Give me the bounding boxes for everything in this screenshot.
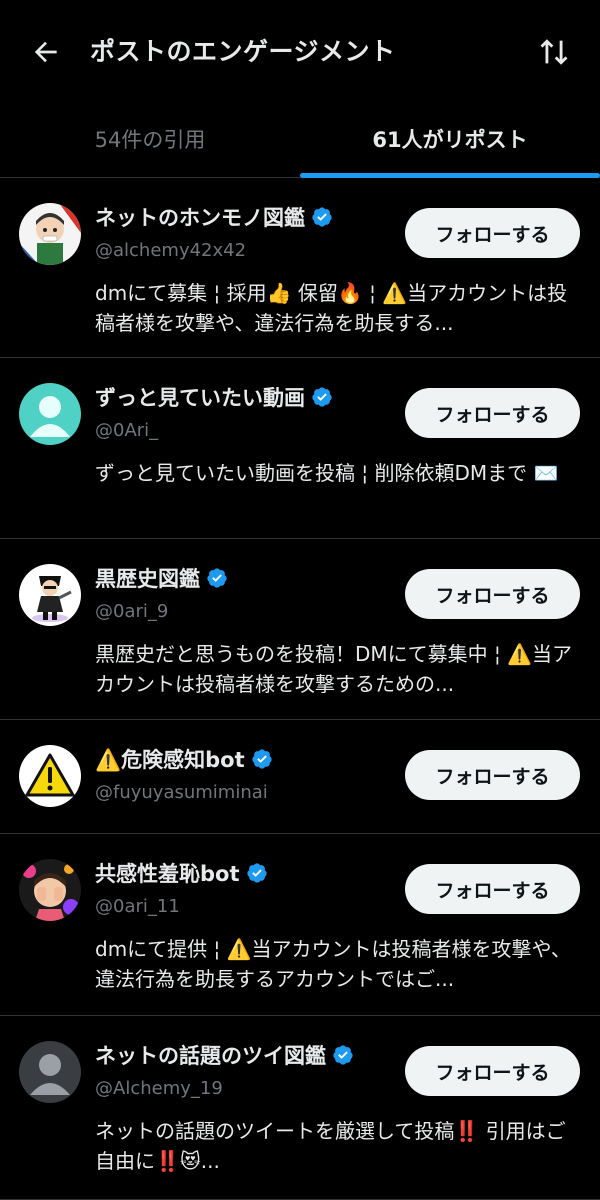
avatar[interactable] [19, 859, 81, 921]
verified-badge-icon [246, 863, 267, 883]
follow-button[interactable]: フォローする [405, 388, 580, 438]
user-list: ネットのホンモノ図鑑 @alchemy42x42 フォローする dmにて募集 ¦… [0, 178, 600, 1200]
user-name[interactable]: ⚠️危険感知bot [95, 744, 245, 774]
list-item[interactable]: ずっと見ていたい動画 @0Ari_ フォローする ずっと見ていたい動画を投稿 ¦… [0, 358, 600, 539]
sort-arrows-icon [540, 39, 568, 65]
user-bio: ずっと見ていたい動画を投稿 ¦ 削除依頼DMまで ✉️ [95, 461, 559, 485]
avatar[interactable] [19, 1041, 81, 1103]
verified-badge-icon [333, 1045, 353, 1065]
follow-button[interactable]: フォローする [405, 208, 580, 258]
user-handle: @0Ari_ [95, 420, 159, 441]
tab-quotes[interactable]: 54件の引用 [0, 100, 300, 177]
list-item[interactable]: ⚠️危険感知bot @fuyuyasumiminai フォローする [0, 720, 600, 834]
user-name[interactable]: ネットのホンモノ図鑑 [95, 202, 305, 232]
verified-badge-icon [312, 387, 332, 407]
list-item[interactable]: ネットの話題のツイ図鑑 @Alchemy_19 フォローする ネットの話題のツイ… [0, 1016, 600, 1200]
user-bio: 黒歴史だと思うものを投稿！DMにて募集中 ¦ ⚠️当アカウントは投稿者様を攻撃す… [95, 642, 573, 696]
user-bio: dmにて募集 ¦ 採用👍 保留🔥 ¦ ⚠️当アカウントは投稿者様を攻撃や、違法行… [95, 281, 568, 335]
user-name[interactable]: ネットの話題のツイ図鑑 [95, 1040, 326, 1070]
avatar[interactable] [19, 564, 81, 626]
engagement-tabs: 54件の引用 61人がリポスト [0, 100, 600, 178]
user-handle: @0ari_11 [95, 896, 180, 917]
list-item[interactable]: 黒歴史図鑑 @0ari_9 フォローする 黒歴史だと思うものを投稿！DMにて募集… [0, 539, 600, 720]
verified-badge-icon [252, 749, 272, 769]
follow-button[interactable]: フォローする [405, 750, 580, 800]
arrow-left-icon [34, 41, 57, 63]
verified-badge-icon [207, 568, 227, 588]
header-bar: ポストのエンゲージメント [0, 0, 600, 100]
back-button[interactable] [24, 30, 68, 74]
sort-button[interactable] [532, 30, 576, 74]
user-name[interactable]: 黒歴史図鑑 [95, 563, 200, 593]
tab-reposts[interactable]: 61人がリポスト [300, 100, 600, 178]
page-title: ポストのエンゲージメント [90, 37, 396, 66]
user-handle: @alchemy42x42 [95, 240, 247, 261]
user-handle: @Alchemy_19 [95, 1078, 223, 1099]
follow-button[interactable]: フォローする [405, 1046, 580, 1096]
follow-button[interactable]: フォローする [405, 569, 580, 619]
avatar[interactable] [19, 383, 81, 445]
user-handle: @fuyuyasumiminai [95, 782, 268, 803]
avatar[interactable] [19, 203, 81, 265]
verified-badge-icon [312, 207, 332, 227]
list-item[interactable]: ネットのホンモノ図鑑 @alchemy42x42 フォローする dmにて募集 ¦… [0, 178, 600, 358]
user-handle: @0ari_9 [95, 601, 169, 622]
tab-reposts-label: 61人がリポスト [372, 127, 528, 152]
avatar[interactable] [19, 745, 81, 807]
user-name[interactable]: 共感性羞恥bot [95, 858, 240, 888]
follow-button[interactable]: フォローする [405, 864, 580, 914]
user-bio: ネットの話題のツイートを厳選して投稿‼️ 引用はご自由に‼️😻... [95, 1119, 566, 1173]
user-bio: dmにて提供 ¦ ⚠️当アカウントは投稿者様を攻撃や、違法行為を助長するアカウン… [95, 937, 571, 991]
user-name[interactable]: ずっと見ていたい動画 [95, 382, 305, 412]
list-item[interactable]: 共感性羞恥bot @0ari_11 フォローする dmにて提供 ¦ ⚠️当アカウ… [0, 834, 600, 1016]
tab-quotes-label: 54件の引用 [94, 127, 206, 152]
